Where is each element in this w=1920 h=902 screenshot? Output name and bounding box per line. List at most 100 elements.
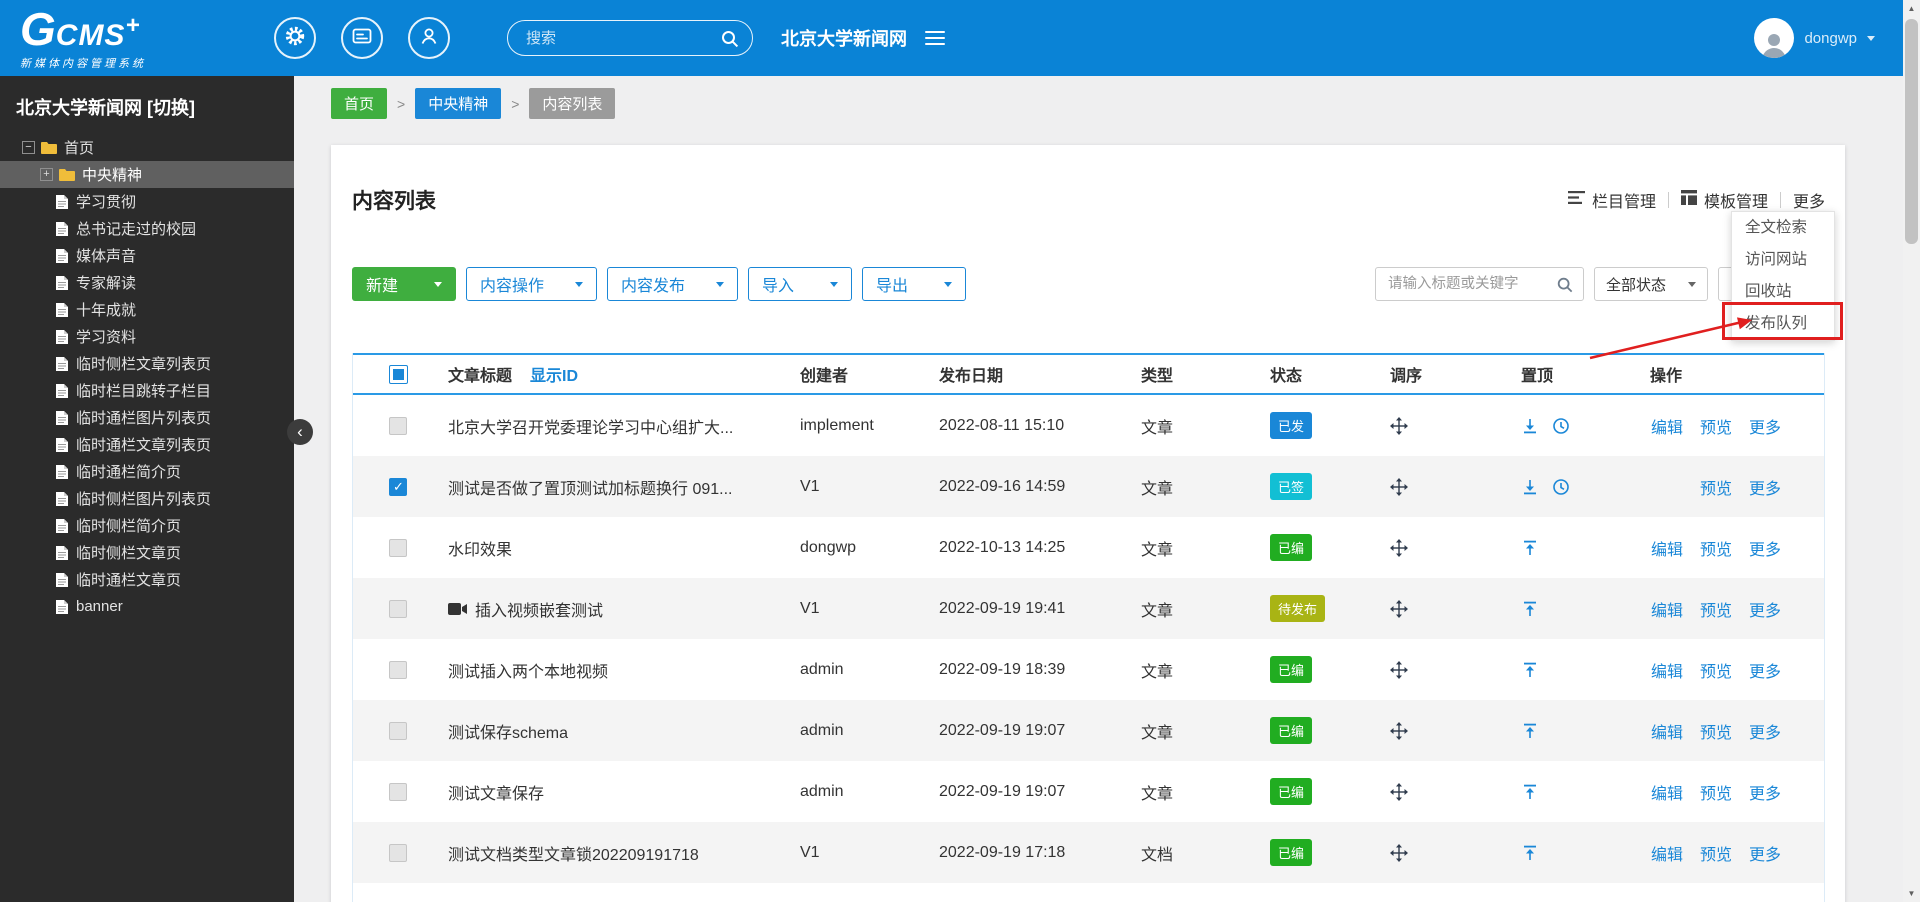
template-manage-button[interactable]: 模板管理 (1680, 188, 1768, 212)
content-ops-dropdown[interactable]: 内容操作 (466, 267, 597, 301)
reorder-move-icon[interactable] (1390, 599, 1408, 618)
menu-item-fulltext-search[interactable]: 全文检索 (1732, 212, 1834, 244)
timer-icon[interactable] (1552, 417, 1570, 435)
breadcrumb-home[interactable]: 首页 (331, 88, 388, 119)
title-search-input[interactable] (1376, 268, 1583, 300)
row-title[interactable]: 测试文章保存 (448, 780, 544, 804)
sidebar-item[interactable]: 媒体声音 (0, 242, 294, 269)
reorder-move-icon[interactable] (1390, 843, 1408, 862)
sidebar-item[interactable]: 临时栏目跳转子栏目 (0, 377, 294, 404)
more-link[interactable]: 更多 (1748, 780, 1782, 804)
sidebar-item[interactable]: banner (0, 593, 294, 620)
more-link[interactable]: 更多 (1748, 414, 1782, 438)
preview-link[interactable]: 预览 (1699, 780, 1733, 804)
sidebar-item[interactable]: 专家解读 (0, 269, 294, 296)
preview-link[interactable]: 预览 (1699, 597, 1733, 621)
new-button[interactable]: 新建 (352, 267, 456, 301)
sidebar-item[interactable]: 临时侧栏文章页 (0, 539, 294, 566)
pin-top-icon[interactable] (1521, 661, 1539, 679)
import-dropdown[interactable]: 导入 (748, 267, 852, 301)
sidebar-item[interactable]: 十年成就 (0, 296, 294, 323)
select-all-checkbox[interactable] (389, 364, 408, 384)
edit-link[interactable]: 编辑 (1650, 719, 1684, 743)
pin-top-icon[interactable] (1521, 722, 1539, 740)
settings-button[interactable] (274, 17, 316, 59)
more-link[interactable]: 更多 (1748, 841, 1782, 865)
modules-button[interactable] (341, 17, 383, 59)
pin-top-icon[interactable] (1521, 844, 1539, 862)
row-title[interactable]: 测试保存schema (448, 719, 568, 743)
row-checkbox[interactable] (389, 843, 407, 862)
edit-link[interactable]: 编辑 (1650, 658, 1684, 682)
export-dropdown[interactable]: 导出 (862, 267, 966, 301)
menu-item-publish-queue[interactable]: 发布队列 (1732, 308, 1834, 340)
app-logo[interactable]: G CMS + 新媒体内容管理系统 (20, 6, 146, 71)
reorder-move-icon[interactable] (1390, 477, 1408, 496)
row-title[interactable]: 水印效果 (448, 536, 512, 560)
row-title[interactable]: 北京大学召开党委理论学习中心组扩大... (448, 414, 733, 438)
sidebar-site-label[interactable]: 北京大学新闻网 [切换] (0, 76, 294, 134)
status-filter-select[interactable]: 全部状态 (1594, 267, 1708, 301)
reorder-move-icon[interactable] (1390, 782, 1408, 801)
sidebar-item[interactable]: 临时侧栏简介页 (0, 512, 294, 539)
global-search-input[interactable] (508, 21, 752, 55)
pin-top-icon[interactable] (1521, 783, 1539, 801)
preview-link[interactable]: 预览 (1699, 414, 1733, 438)
row-title[interactable]: 测试是否做了置顶测试加标题换行 091... (448, 475, 732, 499)
more-button[interactable]: 更多 (1793, 188, 1825, 212)
search-icon[interactable] (1556, 276, 1574, 299)
page-scrollbar[interactable]: ▲ ▼ (1903, 0, 1920, 902)
sidebar-item[interactable]: 临时侧栏文章列表页 (0, 350, 294, 377)
edit-link[interactable]: 编辑 (1650, 841, 1684, 865)
sidebar-item[interactable]: 临时通栏文章页 (0, 566, 294, 593)
scroll-down-icon[interactable]: ▼ (1903, 885, 1920, 902)
scroll-up-icon[interactable]: ▲ (1903, 0, 1920, 17)
sidebar-item-selected[interactable]: + 中央精神 (0, 161, 294, 188)
reorder-move-icon[interactable] (1390, 538, 1408, 557)
row-checkbox[interactable] (389, 599, 407, 618)
reorder-move-icon[interactable] (1390, 721, 1408, 740)
edit-link[interactable]: 编辑 (1650, 780, 1684, 804)
menu-item-recycle-bin[interactable]: 回收站 (1732, 276, 1834, 308)
collapse-node-icon[interactable]: − (22, 141, 35, 154)
users-button[interactable] (408, 17, 450, 59)
reorder-move-icon[interactable] (1390, 416, 1408, 435)
sink-down-icon[interactable] (1521, 417, 1539, 435)
row-checkbox[interactable] (389, 782, 407, 801)
pin-top-icon[interactable] (1521, 600, 1539, 618)
pin-top-icon[interactable] (1521, 539, 1539, 557)
sidebar-item-home[interactable]: − 首页 (0, 134, 294, 161)
sidebar-item[interactable]: 临时通栏文章列表页 (0, 431, 294, 458)
edit-link[interactable]: 编辑 (1650, 536, 1684, 560)
sink-down-icon[interactable] (1521, 478, 1539, 496)
column-manage-button[interactable]: 栏目管理 (1567, 188, 1656, 212)
sidebar-item[interactable]: 学习贯彻 (0, 188, 294, 215)
row-checkbox[interactable] (389, 416, 407, 435)
row-checkbox[interactable] (389, 538, 407, 557)
timer-icon[interactable] (1552, 478, 1570, 496)
edit-link[interactable]: 编辑 (1650, 414, 1684, 438)
content-publish-dropdown[interactable]: 内容发布 (607, 267, 738, 301)
more-link[interactable]: 更多 (1748, 475, 1782, 499)
more-link[interactable]: 更多 (1748, 536, 1782, 560)
sidebar-item[interactable]: 临时通栏图片列表页 (0, 404, 294, 431)
more-link[interactable]: 更多 (1748, 719, 1782, 743)
row-checkbox[interactable] (389, 721, 407, 740)
menu-item-visit-site[interactable]: 访问网站 (1732, 244, 1834, 276)
sidebar-item[interactable]: 临时侧栏图片列表页 (0, 485, 294, 512)
sidebar-item[interactable]: 学习资料 (0, 323, 294, 350)
more-link[interactable]: 更多 (1748, 658, 1782, 682)
breadcrumb-channel[interactable]: 中央精神 (415, 88, 502, 119)
preview-link[interactable]: 预览 (1699, 475, 1733, 499)
reorder-move-icon[interactable] (1390, 660, 1408, 679)
site-menu-icon[interactable] (925, 30, 945, 46)
preview-link[interactable]: 预览 (1699, 658, 1733, 682)
preview-link[interactable]: 预览 (1699, 719, 1733, 743)
show-id-toggle[interactable]: 显示ID (530, 362, 578, 386)
row-title[interactable]: 测试文档类型文章锁202209191718 (448, 841, 699, 865)
more-link[interactable]: 更多 (1748, 597, 1782, 621)
expand-node-icon[interactable]: + (40, 168, 53, 181)
row-title[interactable]: 插入视频嵌套测试 (475, 597, 603, 621)
preview-link[interactable]: 预览 (1699, 536, 1733, 560)
search-icon[interactable] (720, 29, 740, 54)
